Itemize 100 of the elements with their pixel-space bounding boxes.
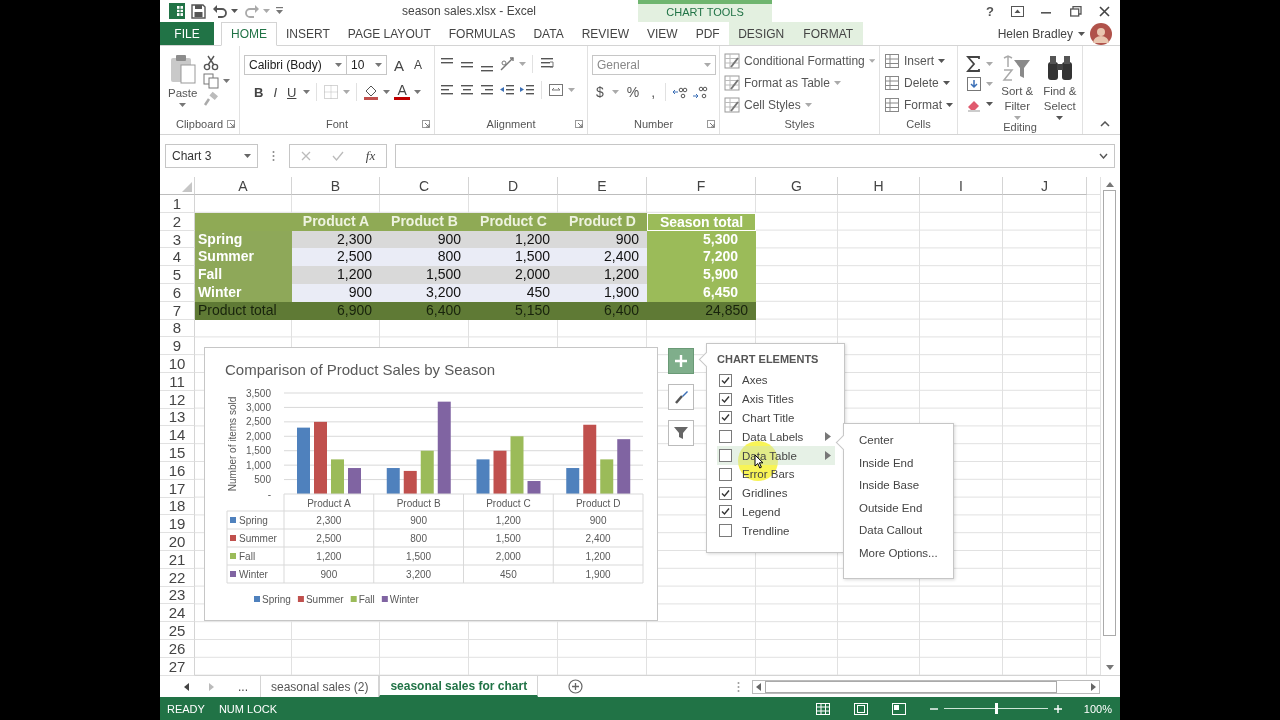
cells-menu-button[interactable]: Delete xyxy=(884,73,953,92)
styles-menu-button[interactable]: Format as Table xyxy=(724,73,875,92)
name-box[interactable]: Chart 3 xyxy=(165,144,258,168)
ribbon-tab[interactable]: INSERT xyxy=(277,22,339,45)
row-header[interactable]: 25 xyxy=(160,622,195,640)
font-name-field[interactable]: Calibri (Body) xyxy=(244,55,347,75)
insert-function-button[interactable]: fx xyxy=(365,148,376,164)
row-header[interactable]: 5 xyxy=(160,266,195,284)
menu-item[interactable]: Inside End xyxy=(859,456,953,479)
zoom-level[interactable]: 100% xyxy=(1083,702,1112,715)
row-header[interactable]: 10 xyxy=(160,355,195,373)
element-label[interactable]: Data Labels xyxy=(742,430,804,443)
group-label: Clipboard xyxy=(175,118,224,130)
series-name[interactable]: Fall xyxy=(358,594,375,605)
menu-item[interactable]: Trendline xyxy=(717,521,835,541)
element-label[interactable]: Legend xyxy=(742,505,781,518)
menu-item[interactable]: Axes xyxy=(717,371,835,390)
sheet-tab[interactable]: seasonal sales for chart xyxy=(379,676,539,697)
sheet-cell[interactable]: 800 xyxy=(380,248,469,267)
menu-item[interactable]: More Options... xyxy=(859,546,953,569)
ribbon-tab[interactable]: FILE xyxy=(160,22,214,45)
element-label[interactable]: Axes xyxy=(742,374,768,387)
menu-item[interactable]: Legend xyxy=(717,502,835,522)
element-label[interactable]: Trendline xyxy=(742,524,790,537)
element-label[interactable]: Error Bars xyxy=(742,468,795,481)
column-header[interactable]: J xyxy=(1003,177,1087,195)
row-header[interactable]: 15 xyxy=(160,444,195,462)
column-header[interactable]: A xyxy=(195,177,292,195)
row-header[interactable]: 19 xyxy=(160,515,195,534)
menu-item[interactable]: Center xyxy=(859,434,953,457)
menu-item[interactable]: Error Bars xyxy=(717,465,835,484)
series-name[interactable]: Winter xyxy=(389,594,419,605)
font-color-button[interactable]: A xyxy=(394,84,410,100)
grow-font-button[interactable]: A xyxy=(391,56,407,74)
sheet-cell[interactable]: 1,200 xyxy=(558,266,647,284)
find-select-button[interactable]: Find & Select xyxy=(1041,50,1078,120)
tab-overflow-button[interactable]: ... xyxy=(234,679,252,694)
column-header[interactable]: F xyxy=(647,177,756,195)
menu-item[interactable]: Axis Titles xyxy=(717,389,835,409)
ribbon-tab[interactable]: HOME xyxy=(221,22,277,46)
row-header[interactable]: 9 xyxy=(160,337,195,356)
column-header[interactable]: B xyxy=(292,177,380,195)
row-header[interactable]: 14 xyxy=(160,426,195,445)
category-label: Product A xyxy=(307,497,351,509)
element-label[interactable]: Axis Titles xyxy=(742,393,794,406)
row-header[interactable]: 20 xyxy=(160,533,195,551)
menu-item[interactable]: Chart Title xyxy=(717,408,835,428)
group-label: Cells xyxy=(906,118,931,130)
series-name[interactable]: Summer xyxy=(305,594,344,605)
font-size-field[interactable]: 10 xyxy=(346,55,387,75)
bold-button[interactable]: B xyxy=(244,84,267,100)
ribbon-tab[interactable]: DESIGN xyxy=(734,22,789,45)
italic-button[interactable]: I xyxy=(270,84,280,100)
currency-button[interactable]: $ xyxy=(592,84,608,100)
ribbon-tab[interactable]: PAGE LAYOUT xyxy=(338,22,440,45)
paste-button[interactable]: Paste xyxy=(168,50,198,114)
shrink-font-button[interactable]: A xyxy=(411,58,426,72)
ribbon-tab[interactable]: PDF xyxy=(686,22,729,45)
sort-filter-button[interactable]: Sort & Filter xyxy=(999,50,1036,120)
column-header[interactable]: C xyxy=(380,177,469,195)
ribbon-tab[interactable]: DATA xyxy=(524,22,573,45)
ribbon-tab[interactable]: VIEW xyxy=(638,22,687,45)
cells-menu-button[interactable]: Insert xyxy=(884,51,953,70)
sheet-cell[interactable]: 2,000 xyxy=(469,266,558,284)
row-header[interactable]: 1 xyxy=(160,195,195,213)
sheet-cell[interactable]: 1,500 xyxy=(469,248,558,267)
styles-menu-button[interactable]: Conditional Formatting xyxy=(724,51,875,70)
row-header[interactable]: 4 xyxy=(160,248,195,267)
column-header[interactable]: G xyxy=(756,177,838,195)
element-label[interactable]: Chart Title xyxy=(742,412,795,424)
sheet-cell[interactable]: 2,400 xyxy=(558,248,647,267)
column-header[interactable]: E xyxy=(558,177,647,195)
cells-menu-button[interactable]: Format xyxy=(884,95,953,114)
series-name[interactable]: Spring xyxy=(262,594,291,605)
menu-item[interactable]: Data Callout xyxy=(859,524,953,547)
row-header[interactable]: 24 xyxy=(160,604,195,623)
column-header[interactable]: D xyxy=(469,177,558,195)
chart-title[interactable]: Comparison of Product Sales by Season xyxy=(225,361,496,378)
user-name[interactable]: Helen Bradley xyxy=(997,26,1073,41)
sheet-cell[interactable]: 1,200 xyxy=(292,266,380,284)
sheet-cell[interactable]: 1,500 xyxy=(380,266,469,284)
percent-button[interactable]: % xyxy=(622,84,644,100)
axis-title[interactable]: Number of items sold xyxy=(227,396,238,492)
menu-item[interactable]: Gridlines xyxy=(717,483,835,503)
element-label[interactable]: Gridlines xyxy=(742,487,788,500)
styles-menu-button[interactable]: Cell Styles xyxy=(724,95,875,114)
ribbon-tab[interactable]: FORMULAS xyxy=(439,22,525,45)
help-button[interactable]: ? xyxy=(986,3,994,19)
number-format-field[interactable]: General xyxy=(592,55,716,75)
ribbon-tab[interactable]: REVIEW xyxy=(572,22,638,45)
underline-button[interactable]: U xyxy=(284,84,300,100)
column-header[interactable]: I xyxy=(920,177,1003,195)
comma-button[interactable]: , xyxy=(647,84,660,100)
menu-item[interactable]: Inside Base xyxy=(859,479,953,502)
ribbon-tab[interactable]: FORMAT xyxy=(799,22,858,45)
menu-item[interactable]: Data Labels xyxy=(717,427,835,447)
sheet-cell[interactable]: 2,500 xyxy=(292,248,380,267)
table-cell: 1,200 xyxy=(316,551,342,562)
column-header[interactable]: H xyxy=(838,177,920,195)
menu-item[interactable]: Outside End xyxy=(859,501,953,524)
